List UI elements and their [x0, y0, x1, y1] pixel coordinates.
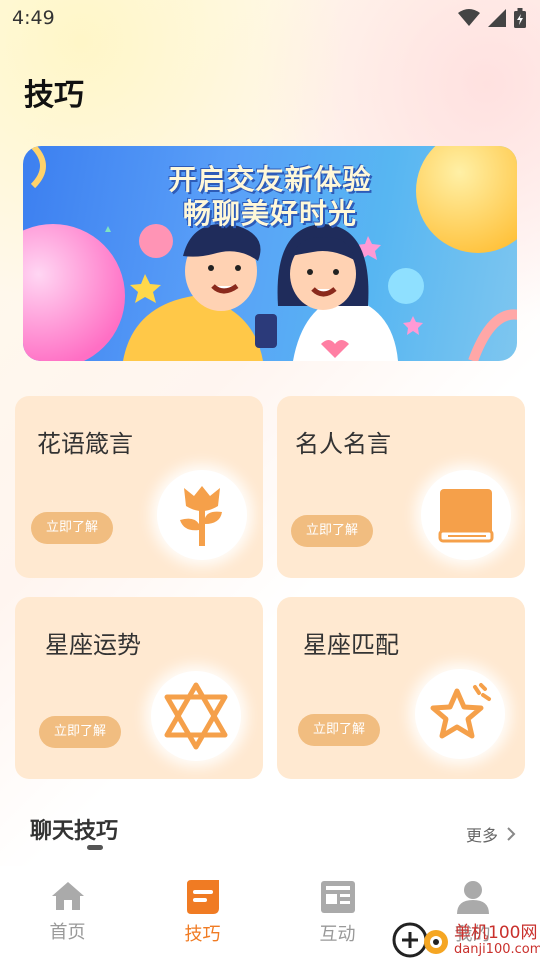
watermark-text-block: 单机100网 danji100.com — [454, 923, 540, 957]
card-famous-quotes[interactable]: 名人名言 立即了解 — [277, 396, 525, 578]
card-title: 名人名言 — [295, 430, 391, 458]
more-link[interactable]: 更多 — [466, 822, 516, 846]
section-title-chat-tips: 聊天技巧 — [30, 819, 119, 844]
card-zodiac-match[interactable]: 星座匹配 立即了解 — [277, 597, 525, 779]
book-icon — [421, 470, 511, 560]
page-title: 技巧 — [24, 78, 84, 113]
tab-label: 技巧 — [184, 924, 221, 945]
learn-more-button[interactable]: 立即了解 — [291, 515, 373, 547]
learn-more-button[interactable]: 立即了解 — [39, 716, 121, 748]
news-icon — [320, 881, 355, 913]
status-bar: 4:49 — [0, 0, 540, 36]
card-title: 花语箴言 — [37, 430, 133, 458]
section-underline — [87, 845, 103, 850]
hexagram-icon — [151, 671, 241, 761]
user-icon — [456, 881, 489, 914]
tab-home[interactable]: 首页 — [0, 866, 135, 960]
learn-more-button[interactable]: 立即了解 — [298, 714, 380, 746]
wifi-icon — [458, 9, 480, 26]
tab-interact[interactable]: 互动 — [270, 866, 405, 960]
watermark-logo-icon — [392, 922, 448, 958]
status-icons — [458, 8, 526, 28]
tips-icon — [186, 880, 219, 914]
card-flower-quotes[interactable]: 花语箴言 立即了解 — [15, 396, 263, 578]
flower-icon — [157, 470, 247, 560]
chevron-right-icon — [507, 827, 516, 841]
learn-more-button[interactable]: 立即了解 — [31, 512, 113, 544]
card-title: 星座运势 — [45, 631, 141, 659]
battery-icon — [514, 8, 526, 28]
card-horoscope[interactable]: 星座运势 立即了解 — [15, 597, 263, 779]
tab-label: 互动 — [319, 924, 356, 945]
watermark-url: danji100.com — [454, 942, 540, 957]
watermark-text: 单机100网 — [454, 923, 538, 943]
status-time: 4:49 — [12, 7, 55, 29]
banner-subheadline: 畅聊美好时光 — [182, 197, 357, 230]
tab-label: 首页 — [49, 922, 86, 943]
star-icon — [415, 669, 505, 759]
more-label: 更多 — [465, 826, 498, 845]
home-icon — [51, 882, 84, 910]
signal-icon — [488, 9, 506, 27]
tab-tips[interactable]: 技巧 — [135, 866, 270, 960]
card-title: 星座匹配 — [303, 631, 399, 659]
promo-banner[interactable]: 开启交友新体验 畅聊美好时光 — [23, 146, 517, 361]
watermark: 单机100网 danji100.com — [392, 920, 540, 960]
